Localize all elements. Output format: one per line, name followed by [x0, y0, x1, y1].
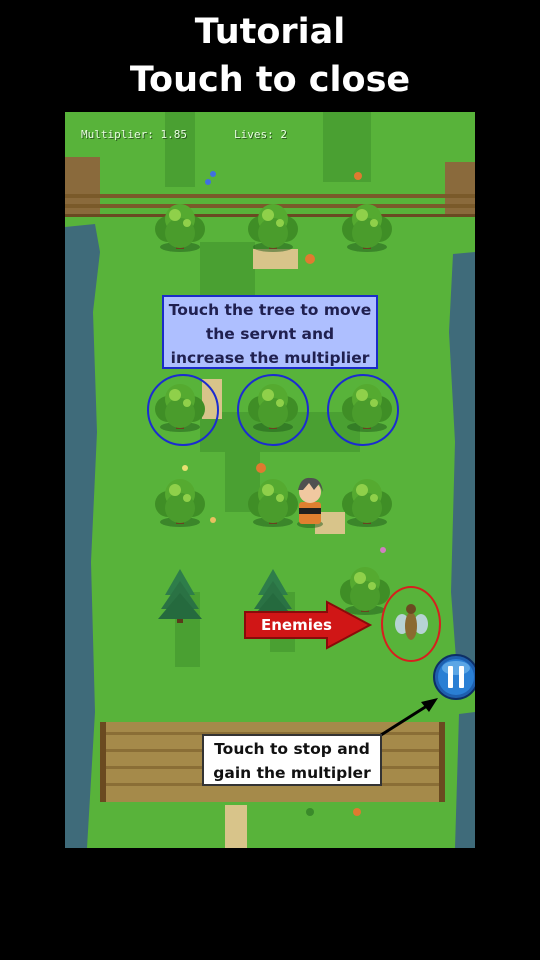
tree-target-right[interactable] [327, 374, 399, 446]
pause-button[interactable] [433, 654, 475, 700]
pause-hint-line: Touch to stop and [214, 740, 370, 758]
tree-hint-line: increase the multiplier [170, 349, 370, 367]
game-board[interactable]: Multiplier: 1.85 Lives: 2 Touch the tree… [65, 112, 475, 848]
servant-character [297, 477, 323, 528]
enemies-label: Enemies [261, 616, 332, 634]
tree-target-middle[interactable] [237, 374, 309, 446]
enemy-highlight [381, 586, 441, 662]
pause-hint-line: gain the multipler [213, 764, 371, 782]
lives-readout: Lives: 2 [234, 128, 287, 141]
tree-hint-box: Touch the tree to move the servnt and in… [162, 295, 378, 369]
pause-icon [433, 654, 475, 700]
touch-to-close-instruction[interactable]: Touch to close [0, 60, 540, 100]
tree-target-left[interactable] [147, 374, 219, 446]
tree-hint-line: the servnt and [205, 325, 335, 343]
tree-hint-line: Touch the tree to move [168, 301, 372, 319]
pause-hint-box: Touch to stop and gain the multipler [202, 734, 382, 786]
multiplier-readout: Multiplier: 1.85 [81, 128, 187, 141]
tutorial-title[interactable]: Tutorial [0, 12, 540, 52]
